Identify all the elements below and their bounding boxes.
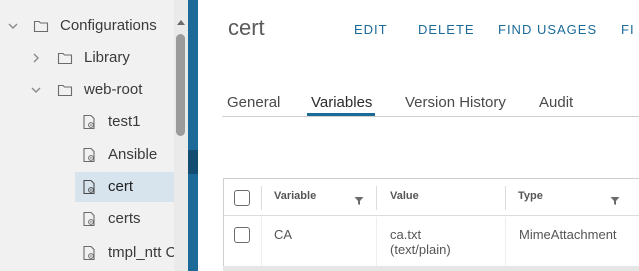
grid-header: Variable Value Type xyxy=(224,179,639,216)
filter-icon[interactable] xyxy=(610,193,620,205)
column-separator xyxy=(505,186,506,210)
tree-item-tmpl-ntt[interactable]: tmpl_ntt C xyxy=(0,238,177,268)
config-file-icon xyxy=(81,245,97,261)
tree-item-label: certs xyxy=(108,210,141,227)
find-usages-button[interactable]: FIND USAGES xyxy=(498,22,597,37)
panel-splitter[interactable] xyxy=(188,0,198,271)
tree-item-cert[interactable]: cert xyxy=(75,172,174,202)
filter-icon[interactable] xyxy=(354,193,364,205)
cell-variable: CA xyxy=(274,227,293,242)
folder-icon xyxy=(57,50,73,66)
tab-audit[interactable]: Audit xyxy=(539,94,573,111)
configuration-tree: Configurations Library web-root test1 An… xyxy=(0,0,188,271)
column-separator xyxy=(376,186,377,210)
tree-scrollbar-thumb[interactable] xyxy=(176,34,185,136)
splitter-handle[interactable] xyxy=(188,150,198,174)
tree-item-label: test1 xyxy=(108,113,141,130)
tree-item-configurations[interactable]: Configurations xyxy=(0,11,174,41)
tree-item-library[interactable]: Library xyxy=(0,43,174,73)
tree-item-label: tmpl_ntt C xyxy=(108,244,177,261)
tree-item-web-root[interactable]: web-root xyxy=(0,75,174,105)
tab-version-history[interactable]: Version History xyxy=(405,94,506,111)
tree-item-label: Configurations xyxy=(60,17,157,34)
chevron-down-icon[interactable] xyxy=(29,83,43,97)
tree-item-certs[interactable]: certs xyxy=(0,204,174,234)
column-header-variable[interactable]: Variable xyxy=(274,190,316,202)
tab-variables[interactable]: Variables xyxy=(311,94,372,111)
config-file-icon xyxy=(81,114,97,130)
chevron-right-icon[interactable] xyxy=(29,51,43,65)
column-header-type[interactable]: Type xyxy=(518,190,543,202)
scroll-up-arrow-icon[interactable] xyxy=(175,14,187,25)
grid-horizontal-scrollbar[interactable] xyxy=(223,266,639,271)
tab-general[interactable]: General xyxy=(227,94,280,111)
folder-icon xyxy=(57,82,73,98)
chevron-down-icon[interactable] xyxy=(6,19,20,33)
main-panel: cert EDIT DELETE FIND USAGES FI General … xyxy=(198,0,639,271)
tabs-divider xyxy=(222,116,639,117)
tree-item-label: Ansible xyxy=(108,146,158,163)
column-header-value[interactable]: Value xyxy=(390,190,419,202)
truncated-action-button[interactable]: FI xyxy=(621,22,635,37)
column-separator xyxy=(261,217,262,271)
tree-item-label: Library xyxy=(84,49,130,66)
tree-item-test1[interactable]: test1 xyxy=(0,107,174,137)
column-separator xyxy=(505,217,506,271)
folder-icon xyxy=(33,18,49,34)
page-title: cert xyxy=(228,15,265,40)
select-all-checkbox[interactable] xyxy=(234,190,250,206)
config-file-icon xyxy=(81,179,97,195)
column-separator xyxy=(376,217,377,271)
tree-item-ansible[interactable]: Ansible xyxy=(0,140,174,170)
delete-button[interactable]: DELETE xyxy=(418,22,475,37)
config-file-icon xyxy=(81,147,97,163)
variables-grid: Variable Value Type CA ca.txt (text/plai… xyxy=(223,178,639,271)
edit-button[interactable]: EDIT xyxy=(354,22,388,37)
cell-value-line2: (text/plain) xyxy=(390,242,451,257)
tree-item-label: web-root xyxy=(84,81,143,98)
row-checkbox[interactable] xyxy=(234,227,250,243)
cell-value-line1: ca.txt xyxy=(390,227,422,242)
config-file-icon xyxy=(81,211,97,227)
cell-type: MimeAttachment xyxy=(519,227,617,242)
active-tab-indicator xyxy=(307,113,375,116)
column-separator xyxy=(261,186,262,210)
tree-item-label: cert xyxy=(108,178,134,195)
